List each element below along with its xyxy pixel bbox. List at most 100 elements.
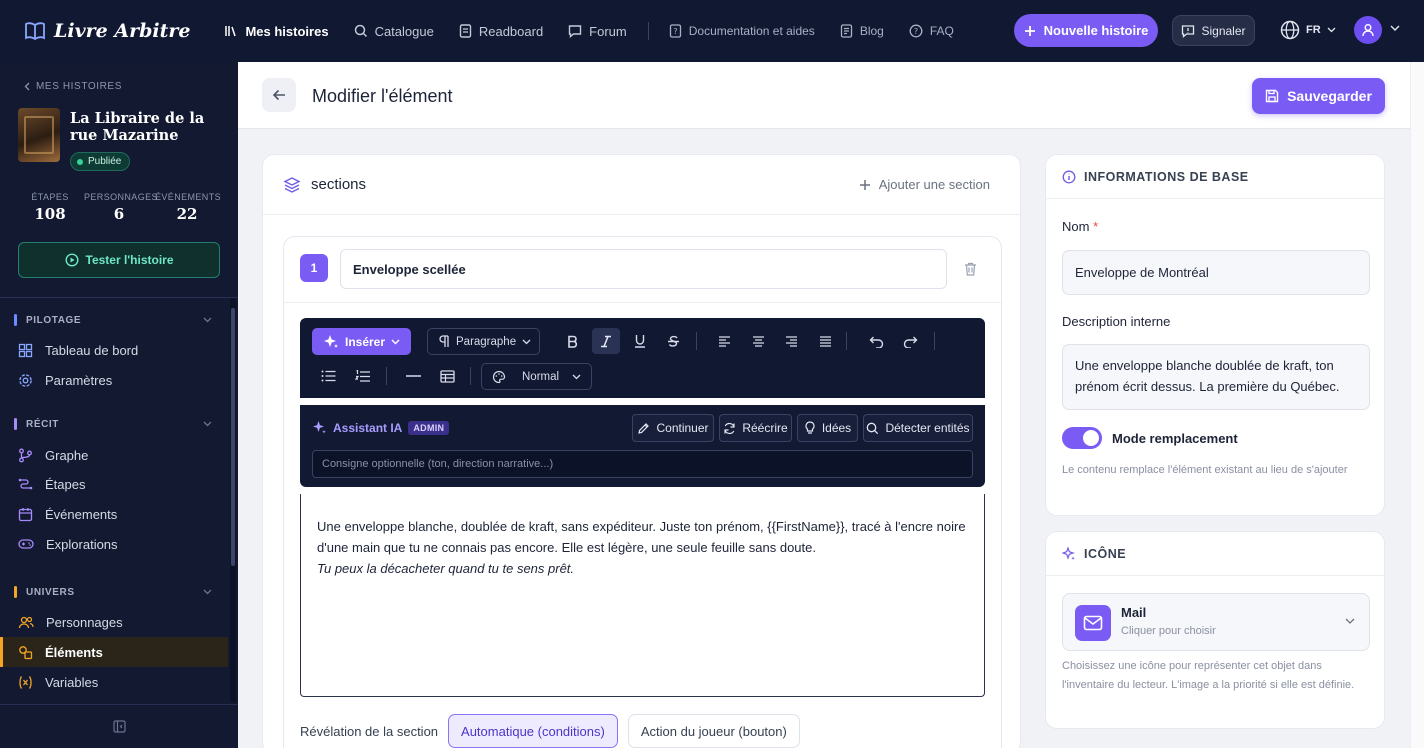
bullet-list-icon[interactable] (314, 363, 342, 389)
library-icon (224, 24, 238, 38)
table-icon[interactable] (433, 363, 461, 389)
nav-documentation[interactable]: ? Documentation et aides (669, 24, 815, 38)
rich-text-editor[interactable]: Une enveloppe blanche, doublée de kraft,… (300, 494, 985, 697)
detect-entities-button[interactable]: Détecter entités (863, 414, 973, 442)
align-right-icon[interactable] (777, 328, 805, 354)
nav-label: Catalogue (374, 23, 434, 39)
reveal-option-automatic[interactable]: Automatique (conditions) (448, 714, 618, 748)
user-avatar[interactable] (1354, 16, 1382, 44)
continue-button[interactable]: Continuer (632, 414, 714, 442)
description-field[interactable]: Une enveloppe blanche doublée de kraft, … (1062, 344, 1370, 410)
new-story-button[interactable]: Nouvelle histoire (1014, 14, 1158, 47)
sections-header: sections Ajouter une section (263, 155, 1020, 215)
bold-icon[interactable] (559, 328, 587, 354)
sidebar-item-explorations[interactable]: Explorations (0, 529, 228, 559)
insert-button[interactable]: Insérer (312, 328, 411, 355)
new-story-label: Nouvelle histoire (1043, 23, 1149, 38)
test-story-button[interactable]: Tester l'histoire (18, 242, 220, 278)
add-section-button[interactable]: Ajouter une section (859, 177, 990, 192)
language-code: FR (1306, 24, 1321, 36)
nav-divider (647, 22, 649, 40)
icon-panel-header: ICÔNE (1046, 532, 1384, 576)
collapse-sidebar-icon[interactable] (112, 720, 126, 733)
section-recit[interactable]: RÉCIT (14, 418, 212, 430)
section-pilotage[interactable]: PILOTAGE (14, 314, 212, 326)
dashboard-grid-icon (18, 343, 33, 358)
align-left-icon[interactable] (710, 328, 738, 354)
ai-prompt-input[interactable]: Consigne optionnelle (ton, direction nar… (312, 450, 973, 478)
user-menu-chevron-icon[interactable] (1390, 25, 1400, 32)
ideas-button[interactable]: Idées (797, 414, 858, 442)
strikethrough-icon[interactable] (659, 328, 687, 354)
gear-icon (18, 373, 33, 388)
section-name-input[interactable]: Enveloppe scellée (340, 249, 947, 289)
sidebar-item-evenements[interactable]: Événements (0, 499, 228, 529)
nav-forum[interactable]: Forum (568, 24, 627, 39)
italic-icon[interactable] (592, 328, 620, 354)
page-scrollbar[interactable] (1410, 62, 1424, 748)
sidebar-item-parametres[interactable]: Paramètres (0, 365, 228, 395)
question-circle-icon: ? (909, 24, 923, 38)
nav-catalogue[interactable]: Catalogue (354, 24, 434, 39)
toolbar-divider (696, 332, 697, 350)
svg-text:?: ? (673, 27, 677, 36)
chevron-down-icon (1345, 618, 1355, 625)
sidebar-item-elements[interactable]: Éléments (0, 637, 228, 667)
nav-label: Documentation et aides (688, 24, 815, 38)
icon-picker[interactable]: Mail Cliquer pour choisir (1062, 593, 1370, 651)
paragraph-select[interactable]: Paragraphe (427, 328, 540, 355)
sidebar-item-label: Tableau de bord (45, 342, 139, 358)
language-selector[interactable]: FR (1280, 20, 1336, 40)
stat-label: ÉTAPES (31, 192, 69, 202)
undo-icon[interactable] (862, 328, 890, 354)
section-title: UNIVERS (26, 586, 75, 598)
report-button[interactable]: Signaler (1172, 15, 1255, 46)
align-center-icon[interactable] (744, 328, 772, 354)
arrow-left-icon (272, 89, 286, 101)
back-button[interactable] (262, 78, 296, 112)
save-label: Sauvegarder (1287, 88, 1372, 104)
sidebar-scrollbar-thumb[interactable] (231, 308, 235, 566)
reveal-option-player-action[interactable]: Action du joueur (bouton) (627, 714, 800, 748)
ai-assistant-panel: Assistant IA ADMIN Continuer Réécrire Id… (300, 405, 985, 487)
sidebar-item-etapes[interactable]: Étapes (0, 469, 228, 499)
basic-info-header: INFORMATIONS DE BASE (1046, 155, 1384, 199)
delete-section-icon[interactable] (964, 262, 977, 276)
sidebar-item-graphe[interactable]: Graphe (0, 440, 228, 470)
nav-readboard[interactable]: Readboard (459, 24, 543, 39)
redo-icon[interactable] (896, 328, 924, 354)
basic-info-panel: INFORMATIONS DE BASE Nom * Enveloppe de … (1045, 154, 1385, 516)
steps-icon (18, 477, 33, 492)
nav-mes-histoires[interactable]: Mes histoires (224, 24, 329, 39)
underline-icon[interactable] (626, 328, 654, 354)
page-header: Modifier l'élément Sauvegarder (238, 62, 1410, 129)
pilcrow-icon (438, 335, 450, 348)
horizontal-rule-icon[interactable] (399, 363, 427, 389)
replacement-mode-help: Le contenu remplace l'élément existant a… (1062, 464, 1348, 476)
app-logo[interactable]: Livre Arbitre (24, 20, 190, 42)
insert-label: Insérer (344, 334, 386, 349)
align-justify-icon[interactable] (811, 328, 839, 354)
numbered-list-icon[interactable] (348, 363, 376, 389)
sidebar-item-variables[interactable]: Variables (0, 667, 228, 697)
breadcrumb[interactable]: MES HISTOIRES (24, 81, 122, 92)
search-icon (866, 422, 879, 435)
continue-label: Continuer (656, 421, 709, 435)
nav-label: Forum (589, 23, 627, 39)
name-field[interactable]: Enveloppe de Montréal (1062, 250, 1370, 295)
chevron-left-icon (24, 82, 30, 91)
chevron-down-icon (572, 374, 581, 380)
replacement-mode-label: Mode remplacement (1112, 431, 1238, 446)
style-select[interactable]: Normal (481, 363, 592, 390)
replacement-mode-toggle[interactable] (1062, 427, 1102, 449)
pencil-icon (637, 422, 650, 435)
rewrite-button[interactable]: Réécrire (719, 414, 792, 442)
sidebar-item-label: Graphe (45, 447, 89, 463)
nav-faq[interactable]: ? FAQ (909, 24, 954, 38)
section-univers[interactable]: UNIVERS (14, 586, 212, 598)
nav-blog[interactable]: Blog (840, 24, 884, 38)
sidebar-item-personnages[interactable]: Personnages (0, 607, 228, 637)
sidebar-item-tableau-de-bord[interactable]: Tableau de bord (0, 335, 228, 365)
save-button[interactable]: Sauvegarder (1252, 78, 1385, 114)
icon-picker-hint: Cliquer pour choisir (1121, 625, 1216, 637)
